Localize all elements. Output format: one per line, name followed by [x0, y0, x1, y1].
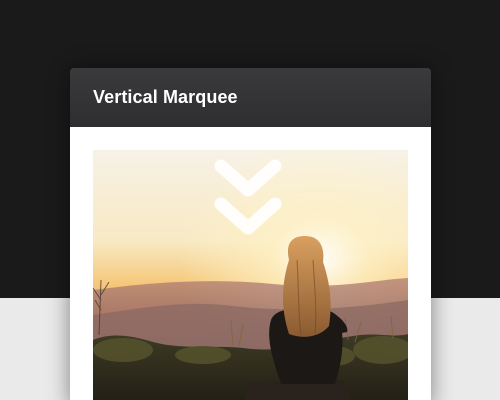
card-title: Vertical Marquee: [93, 87, 238, 107]
card-body: [70, 127, 431, 400]
marquee-image: [93, 150, 408, 400]
card-header: Vertical Marquee: [70, 68, 431, 127]
marquee-card: Vertical Marquee: [70, 68, 431, 400]
